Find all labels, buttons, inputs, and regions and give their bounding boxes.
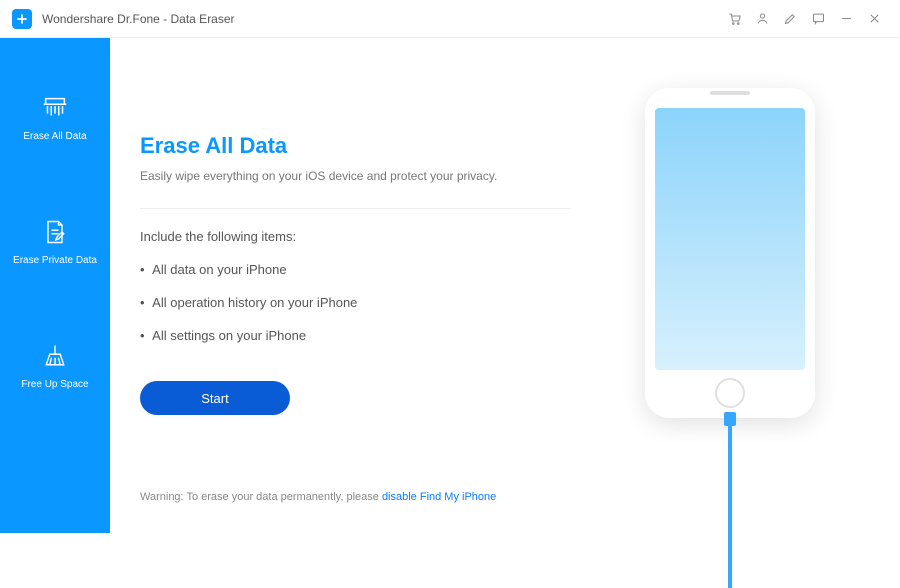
close-icon[interactable]	[860, 5, 888, 33]
phone-screen	[655, 108, 805, 370]
phone-cable	[728, 418, 732, 588]
include-list: All data on your iPhone All operation hi…	[140, 262, 570, 343]
list-item: All operation history on your iPhone	[140, 295, 570, 310]
sidebar-item-label: Free Up Space	[21, 379, 88, 390]
app-logo	[12, 9, 32, 29]
sidebar: Erase All Data Erase Private Data Free U…	[0, 38, 110, 533]
sidebar-item-erase-private-data[interactable]: Erase Private Data	[13, 217, 97, 266]
shredder-icon	[40, 93, 70, 123]
main-content: Erase All Data Easily wipe everything on…	[110, 38, 900, 533]
include-label: Include the following items:	[140, 229, 570, 244]
warning-text: Warning: To erase your data permanently,…	[140, 491, 870, 513]
feedback-icon[interactable]	[804, 5, 832, 33]
phone-mockup	[645, 88, 815, 418]
titlebar: Wondershare Dr.Fone - Data Eraser	[0, 0, 900, 38]
phone-home-button	[715, 378, 745, 408]
sidebar-item-erase-all-data[interactable]: Erase All Data	[23, 93, 86, 142]
disable-find-my-iphone-link[interactable]: disable Find My iPhone	[382, 491, 496, 503]
broom-icon	[40, 341, 70, 371]
document-edit-icon	[40, 217, 70, 247]
start-button[interactable]: Start	[140, 381, 290, 415]
edit-icon[interactable]	[776, 5, 804, 33]
divider	[140, 208, 570, 209]
user-icon[interactable]	[748, 5, 776, 33]
page-title: Erase All Data	[140, 133, 570, 159]
sidebar-item-free-up-space[interactable]: Free Up Space	[21, 341, 88, 390]
sidebar-item-label: Erase All Data	[23, 131, 86, 142]
cart-icon[interactable]	[720, 5, 748, 33]
warning-prefix: Warning: To erase your data permanently,…	[140, 491, 382, 503]
list-item: All data on your iPhone	[140, 262, 570, 277]
list-item: All settings on your iPhone	[140, 328, 570, 343]
app-title: Wondershare Dr.Fone - Data Eraser	[42, 12, 235, 26]
device-preview	[590, 78, 870, 491]
page-subtitle: Easily wipe everything on your iOS devic…	[140, 169, 570, 183]
sidebar-item-label: Erase Private Data	[13, 255, 97, 266]
minimize-icon[interactable]	[832, 5, 860, 33]
